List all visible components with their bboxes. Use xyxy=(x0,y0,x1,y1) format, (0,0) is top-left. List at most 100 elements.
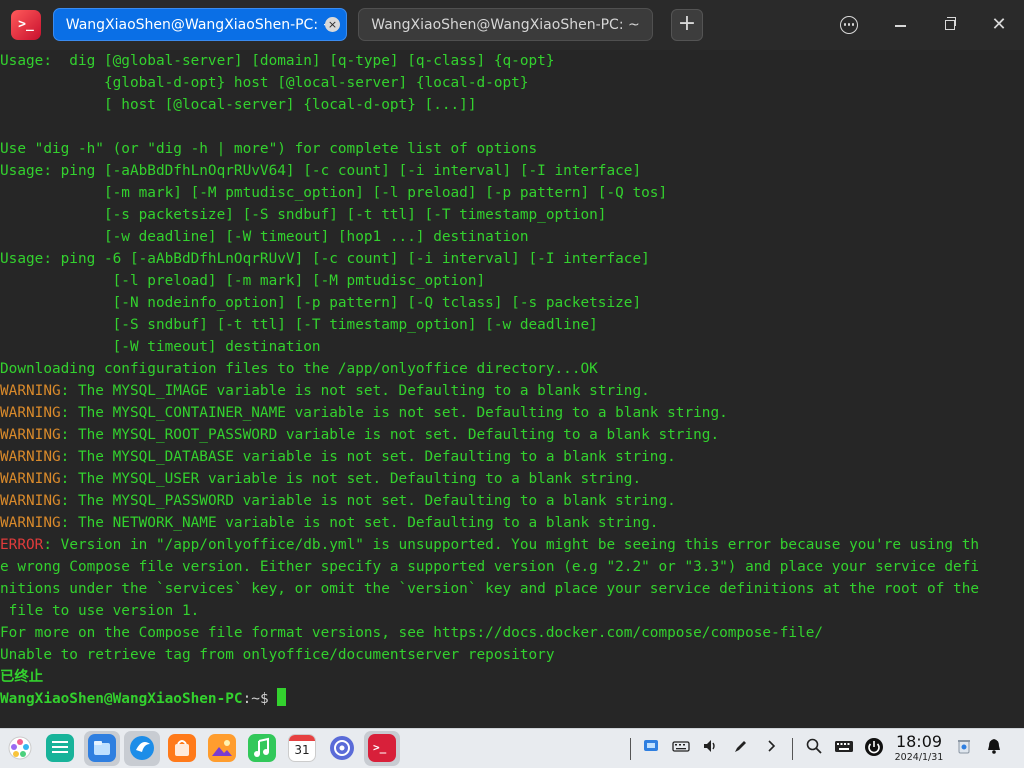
text-cursor xyxy=(277,688,287,706)
terminal-line: WARNING: The MYSQL_DATABASE variable is … xyxy=(0,446,1024,468)
terminal-line: nitions under the `services` key, or omi… xyxy=(0,578,1024,600)
terminal-line-text: [-l preload] [-m mark] [-M pmtudisc_opti… xyxy=(0,273,486,289)
volume-icon[interactable] xyxy=(699,737,721,759)
terminal-line: e wrong Compose file version. Either spe… xyxy=(0,556,1024,578)
settings-icon[interactable] xyxy=(328,734,356,762)
terminal-line-text: Usage: dig [@global-server] [domain] [q-… xyxy=(0,53,555,69)
terminal-line-text: [-s packetsize] [-S sndbuf] [-t ttl] [-T… xyxy=(0,207,607,223)
keyboard-icon[interactable] xyxy=(670,737,692,759)
terminal-line: [-m mark] [-M pmtudisc_option] [-l prelo… xyxy=(0,182,1024,204)
terminal-line-text: [-w deadline] [-W timeout] [hop1 ...] de… xyxy=(0,229,529,245)
terminal-output[interactable]: Usage: dig [@global-server] [domain] [q-… xyxy=(0,50,1024,728)
prompt-symbol: $ xyxy=(259,691,278,707)
tab-active-terminal[interactable]: WangXiaoShen@WangXiaoShen-PC: ~ × xyxy=(53,8,347,41)
screenshot-icon[interactable] xyxy=(640,737,662,759)
prompt-user: WangXiaoShen@WangXiaoShen-PC xyxy=(0,691,243,707)
terminal-line: [-l preload] [-m mark] [-M pmtudisc_opti… xyxy=(0,270,1024,292)
browser-icon[interactable] xyxy=(128,734,156,762)
terminal-line-text: [ host [@local-server] {local-d-opt} [..… xyxy=(0,97,477,113)
warning-prefix: WARNING xyxy=(0,405,61,421)
terminal-line: Unable to retrieve tag from onlyoffice/d… xyxy=(0,644,1024,666)
pen-icon[interactable] xyxy=(730,737,752,759)
tab-label: WangXiaoShen@WangXiaoShen-PC: ~ xyxy=(371,16,640,33)
terminal-line: file to use version 1. xyxy=(0,600,1024,622)
maximize-icon[interactable] xyxy=(937,12,963,38)
image-viewer-icon[interactable] xyxy=(208,734,236,762)
close-icon[interactable]: ✕ xyxy=(986,12,1012,38)
terminal-line-text: Unable to retrieve tag from onlyoffice/d… xyxy=(0,647,555,663)
music-icon[interactable] xyxy=(248,734,276,762)
terminal-line-text: [-m mark] [-M pmtudisc_option] [-l prelo… xyxy=(0,185,668,201)
terminal-line-text: [-W timeout] destination xyxy=(0,339,321,355)
warning-prefix: WARNING xyxy=(0,427,61,443)
terminal-line-text: {global-d-opt} host [@local-server] {loc… xyxy=(0,75,529,91)
minimize-icon[interactable] xyxy=(887,12,913,38)
terminal-line: WARNING: The MYSQL_IMAGE variable is not… xyxy=(0,380,1024,402)
title-bar: >_ WangXiaoShen@WangXiaoShen-PC: ~ × Wan… xyxy=(0,0,1024,50)
trash-icon[interactable] xyxy=(953,737,975,759)
prompt-separator: : xyxy=(242,691,252,707)
terminal-line: 已终止 xyxy=(0,666,1024,688)
chevron-right-icon[interactable] xyxy=(760,737,782,759)
error-prefix: ERROR xyxy=(0,537,44,553)
terminal-line-text: : The MYSQL_ROOT_PASSWORD variable is no… xyxy=(60,427,720,443)
terminal-line: [-N nodeinfo_option] [-p pattern] [-Q tc… xyxy=(0,292,1024,314)
terminal-line: Downloading configuration files to the /… xyxy=(0,358,1024,380)
terminal-line: Usage: ping [-aAbBdDfhLnOqrRUvV64] [-c c… xyxy=(0,160,1024,182)
app-store-icon[interactable] xyxy=(168,734,196,762)
terminal-line-text: e wrong Compose file version. Either spe… xyxy=(0,559,980,575)
power-icon[interactable] xyxy=(863,737,885,759)
terminal-line-text: : The MYSQL_DATABASE variable is not set… xyxy=(60,449,676,465)
terminal-line: WARNING: The MYSQL_ROOT_PASSWORD variabl… xyxy=(0,424,1024,446)
terminal-line-text: nitions under the `services` key, or omi… xyxy=(0,581,980,597)
close-tab-icon[interactable]: × xyxy=(325,17,340,32)
terminal-line-text: For more on the Compose file format vers… xyxy=(0,625,824,641)
terminal-line: [-W timeout] destination xyxy=(0,336,1024,358)
terminal-line: WARNING: The MYSQL_PASSWORD variable is … xyxy=(0,490,1024,512)
terminal-line-text: Use "dig -h" (or "dig -h | more") for co… xyxy=(0,141,538,157)
terminal-line-text: Usage: ping [-aAbBdDfhLnOqrRUvV64] [-c c… xyxy=(0,163,642,179)
terminal-line-text: 已终止 xyxy=(0,669,44,685)
terminal-line: [-w deadline] [-W timeout] [hop1 ...] de… xyxy=(0,226,1024,248)
terminal-line: WARNING: The MYSQL_USER variable is not … xyxy=(0,468,1024,490)
warning-prefix: WARNING xyxy=(0,383,61,399)
input-method-icon[interactable] xyxy=(833,737,855,759)
terminal-line: [-s packetsize] [-S sndbuf] [-t ttl] [-T… xyxy=(0,204,1024,226)
terminal-line: Usage: ping -6 [-aAbBdDfhLnOqrRUvV] [-c … xyxy=(0,248,1024,270)
launcher-icon[interactable] xyxy=(6,734,34,762)
terminal-line: For more on the Compose file format vers… xyxy=(0,622,1024,644)
terminal-line: Use "dig -h" (or "dig -h | more") for co… xyxy=(0,138,1024,160)
menu-icon[interactable] xyxy=(836,12,862,38)
new-tab-button[interactable]: + xyxy=(671,9,703,41)
warning-prefix: WARNING xyxy=(0,449,61,465)
terminal-line-text: : The MYSQL_PASSWORD variable is not set… xyxy=(60,493,676,509)
terminal-line: Usage: dig [@global-server] [domain] [q-… xyxy=(0,50,1024,72)
terminal-line: WARNING: The NETWORK_NAME variable is no… xyxy=(0,512,1024,534)
tab-label: WangXiaoShen@WangXiaoShen-PC: ~ xyxy=(65,16,335,33)
terminal-line: [ host [@local-server] {local-d-opt} [..… xyxy=(0,94,1024,116)
clock-time[interactable]: 18:09 xyxy=(892,732,946,751)
desktop-icon[interactable] xyxy=(46,734,74,762)
terminal-line-text: : The MYSQL_CONTAINER_NAME variable is n… xyxy=(60,405,728,421)
terminal-line-text: Downloading configuration files to the /… xyxy=(0,361,598,377)
terminal-line-text: : The MYSQL_USER variable is not set. De… xyxy=(60,471,642,487)
prompt-path: ~ xyxy=(251,691,260,707)
search-icon[interactable] xyxy=(803,737,825,759)
clock-date[interactable]: 2024/1/31 xyxy=(892,752,946,763)
warning-prefix: WARNING xyxy=(0,493,61,509)
tab-inactive-terminal[interactable]: WangXiaoShen@WangXiaoShen-PC: ~ xyxy=(358,8,653,41)
terminal-icon[interactable]: >_ xyxy=(368,734,396,762)
terminal-line-text: : The NETWORK_NAME variable is not set. … xyxy=(60,515,659,531)
warning-prefix: WARNING xyxy=(0,515,61,531)
terminal-line-text: : The MYSQL_IMAGE variable is not set. D… xyxy=(60,383,650,399)
terminal-line-text: Usage: ping -6 [-aAbBdDfhLnOqrRUvV] [-c … xyxy=(0,251,650,267)
taskbar: 31 >_ 18:09 2024/1/31 xyxy=(0,728,1024,768)
shell-prompt: WangXiaoShen@WangXiaoShen-PC:~$ xyxy=(0,688,1024,710)
warning-prefix: WARNING xyxy=(0,471,61,487)
terminal-app-icon[interactable]: >_ xyxy=(11,10,41,40)
notification-bell-icon[interactable] xyxy=(983,737,1005,759)
file-manager-icon[interactable] xyxy=(88,734,116,762)
terminal-line-text: [-S sndbuf] [-t ttl] [-T timestamp_optio… xyxy=(0,317,598,333)
calendar-icon[interactable]: 31 xyxy=(288,734,316,762)
